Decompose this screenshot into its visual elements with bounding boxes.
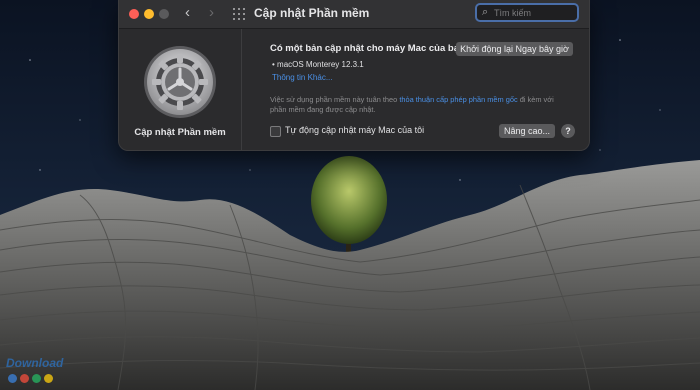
restart-now-button[interactable]: Khởi động lại Ngay bây giờ bbox=[456, 42, 573, 56]
watermark: Download bbox=[4, 356, 164, 388]
more-info-link[interactable]: Thông tin Khác... bbox=[272, 73, 332, 82]
license-text-prefix: Việc sử dụng phần mềm này tuân theo bbox=[270, 95, 400, 104]
watermark-dot bbox=[32, 374, 41, 383]
update-panel: Có một bản cập nhật cho máy Mac của bạn … bbox=[118, 0, 588, 150]
license-agreement-link[interactable]: thỏa thuận cấp phép phần mềm gốc bbox=[399, 95, 517, 104]
license-text: Việc sử dụng phần mềm này tuân theo thỏa… bbox=[270, 95, 570, 115]
watermark-dot bbox=[44, 374, 53, 383]
watermark-text: Download bbox=[6, 356, 64, 370]
watermark-dot bbox=[20, 374, 29, 383]
watermark-dot bbox=[8, 374, 17, 383]
update-item: • macOS Monterey 12.3.1 bbox=[272, 60, 364, 69]
auto-update-checkbox[interactable] bbox=[270, 126, 281, 137]
advanced-button[interactable]: Nâng cao... bbox=[499, 124, 555, 138]
auto-update-label[interactable]: Tự động cập nhật máy Mac của tôi bbox=[285, 125, 424, 135]
help-button[interactable]: ? bbox=[561, 124, 575, 138]
update-headline: Có một bản cập nhật cho máy Mac của bạn bbox=[270, 43, 465, 54]
